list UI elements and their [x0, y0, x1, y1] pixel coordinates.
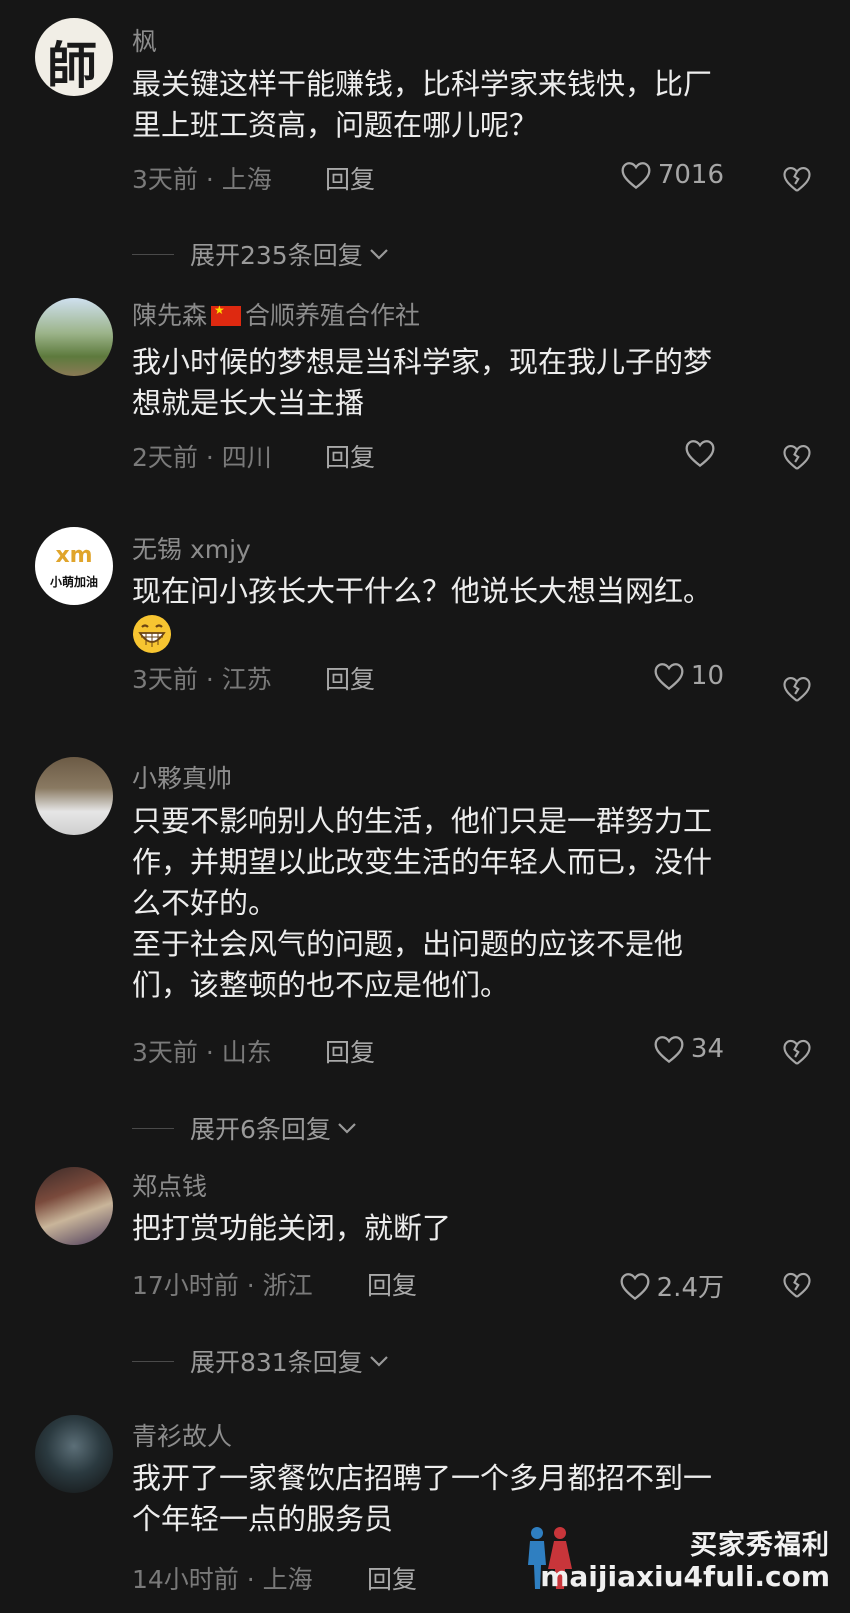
- comment-line: 我小时候的梦想是当科学家，现在我儿子的梦: [132, 345, 713, 379]
- comment-text: 只要不影响别人的生活，他们只是一群努力工 作，并期望以此改变生活的年轻人而已，没…: [132, 801, 802, 1006]
- commenter-org: 合顺养殖合作社: [245, 301, 421, 330]
- timestamp-location: 3天前 · 上海: [132, 165, 272, 194]
- reply-button[interactable]: 回复: [367, 1266, 417, 1302]
- comment-line: 们，该整顿的也不应是他们。: [132, 968, 510, 1002]
- avatar-logo: xm: [55, 543, 93, 568]
- like-count: 10: [690, 661, 724, 691]
- expand-label: 展开831条回复: [190, 1348, 363, 1377]
- comment-line: 现在问小孩长大干什么？他说长大想当网红。: [132, 574, 713, 608]
- comment-line: 想就是长大当主播: [132, 386, 365, 420]
- watermark-url: maijiaxiu4fuli.com: [540, 1560, 830, 1593]
- grin-emoji-icon: [133, 615, 171, 653]
- dislike-button[interactable]: [782, 1271, 812, 1299]
- expand-replies-button[interactable]: 展开6条回复: [132, 1110, 359, 1146]
- avatar[interactable]: 師: [35, 18, 113, 96]
- comment-line: 么不好的。: [132, 886, 278, 920]
- expand-replies-button[interactable]: 展开831条回复: [132, 1343, 391, 1379]
- timestamp-location: 2天前 · 四川: [132, 443, 272, 472]
- avatar[interactable]: [35, 1167, 113, 1245]
- like-button[interactable]: 34: [653, 1034, 724, 1064]
- comment-line: 至于社会风气的问题，出问题的应该不是他: [132, 927, 684, 961]
- divider: [132, 1127, 174, 1129]
- broken-heart-icon: [783, 676, 811, 702]
- comment-text: 现在问小孩长大干什么？他说长大想当网红。: [132, 571, 802, 658]
- like-count: 2.4万: [656, 1273, 724, 1303]
- divider: [132, 1360, 174, 1362]
- broken-heart-icon: [783, 1272, 811, 1298]
- reply-button[interactable]: 回复: [325, 160, 375, 196]
- like-count: 34: [690, 1034, 724, 1064]
- reply-button[interactable]: 回复: [325, 1033, 375, 1069]
- commenter-name-text: 陳先森: [132, 301, 208, 330]
- expand-replies-button[interactable]: 展开235条回复: [132, 236, 391, 272]
- broken-heart-icon: [783, 444, 811, 470]
- commenter-name[interactable]: 枫: [132, 22, 157, 58]
- avatar[interactable]: [35, 1415, 113, 1493]
- comment-line: 我开了一家餐饮店招聘了一个多月都招不到一: [132, 1461, 713, 1495]
- timestamp-location: 3天前 · 江苏: [132, 665, 272, 694]
- broken-heart-icon: [783, 1039, 811, 1065]
- heart-icon: [654, 663, 684, 691]
- commenter-name[interactable]: 陳先森 合顺养殖合作社: [132, 296, 420, 332]
- avatar[interactable]: [35, 298, 113, 376]
- watermark-title: 买家秀福利: [690, 1530, 830, 1561]
- divider: [132, 253, 174, 255]
- reply-button[interactable]: 回复: [325, 660, 375, 696]
- dislike-button[interactable]: [782, 165, 812, 193]
- like-count: 7016: [657, 160, 724, 190]
- dislike-button[interactable]: [782, 1038, 812, 1066]
- watermark: 买家秀福利 maijiaxiu4fuli.com: [540, 1523, 830, 1593]
- dislike-button[interactable]: [782, 675, 812, 703]
- comment-line: 里上班工资高，问题在哪儿呢？: [132, 108, 539, 142]
- commenter-name[interactable]: 小夥真帅: [132, 759, 232, 795]
- commenter-name[interactable]: 青衫故人: [132, 1417, 232, 1453]
- heart-icon: [620, 1272, 650, 1300]
- avatar[interactable]: [35, 757, 113, 835]
- comment-line: 只要不影响别人的生活，他们只是一群努力工: [132, 804, 713, 838]
- heart-icon: [654, 1036, 684, 1064]
- comment-text: 我小时候的梦想是当科学家，现在我儿子的梦 想就是长大当主播: [132, 342, 802, 424]
- comment-text: 把打赏功能关闭，就断了: [132, 1208, 802, 1249]
- broken-heart-icon: [783, 166, 811, 192]
- chevron-down-icon: [338, 1123, 356, 1134]
- like-button[interactable]: [684, 438, 722, 468]
- emoji-line: [132, 614, 802, 658]
- comment-line: 把打赏功能关闭，就断了: [132, 1211, 452, 1245]
- commenter-name[interactable]: 郑点钱: [132, 1167, 207, 1203]
- timestamp-location: 3天前 · 山东: [132, 1038, 272, 1067]
- comment-text: 最关键这样干能赚钱，比科学家来钱快，比厂 里上班工资高，问题在哪儿呢？: [132, 64, 802, 146]
- timestamp-location: 17小时前 · 浙江: [132, 1271, 313, 1300]
- heart-icon: [685, 440, 715, 468]
- heart-icon: [621, 162, 651, 190]
- chevron-down-icon: [369, 1356, 388, 1367]
- reply-button[interactable]: 回复: [367, 1560, 417, 1596]
- like-button[interactable]: 10: [653, 661, 724, 691]
- comment-line: 最关键这样干能赚钱，比科学家来钱快，比厂: [132, 67, 713, 101]
- like-button[interactable]: 2.4万: [619, 1267, 724, 1304]
- dislike-button[interactable]: [782, 443, 812, 471]
- reply-button[interactable]: 回复: [325, 438, 375, 474]
- like-button[interactable]: 7016: [620, 160, 724, 190]
- china-flag-icon: [211, 303, 242, 326]
- comment-line: 作，并期望以此改变生活的年轻人而已，没什: [132, 845, 713, 879]
- chevron-down-icon: [369, 249, 388, 260]
- avatar-calligraphy: 師: [47, 36, 97, 95]
- expand-label: 展开6条回复: [190, 1115, 331, 1144]
- avatar[interactable]: xm 小萌加油: [35, 527, 113, 605]
- timestamp-location: 14小时前 · 上海: [132, 1565, 313, 1594]
- expand-label: 展开235条回复: [190, 241, 363, 270]
- commenter-name[interactable]: 无锡 xmjy: [132, 530, 251, 566]
- avatar-label: 小萌加油: [49, 575, 98, 589]
